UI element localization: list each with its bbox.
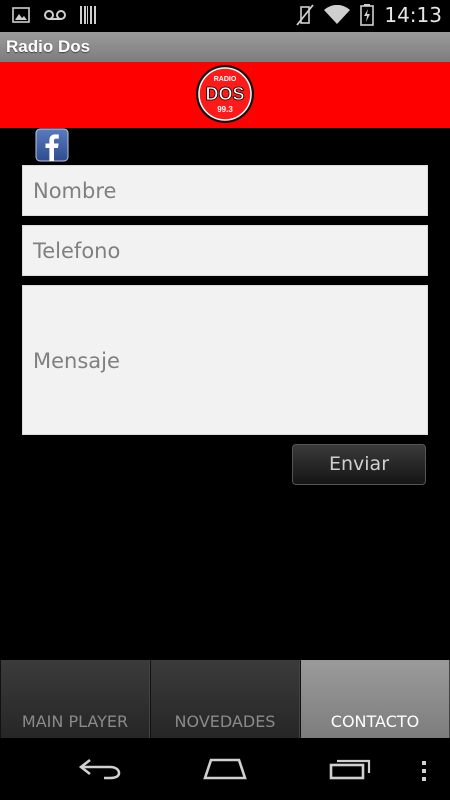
header-banner: RADIO DOS 99.3 — [0, 62, 450, 128]
nombre-placeholder: Nombre — [33, 179, 117, 203]
voicemail-icon — [44, 10, 66, 20]
logo-main-text: DOS — [205, 84, 244, 104]
facebook-icon[interactable] — [35, 128, 69, 162]
overflow-menu-icon[interactable] — [420, 760, 428, 782]
tab-bar: MAIN PLAYER NOVEDADES CONTACTO — [0, 660, 450, 738]
mensaje-placeholder: Mensaje — [33, 349, 120, 373]
enviar-button[interactable]: Enviar — [292, 444, 426, 485]
back-icon[interactable] — [78, 756, 122, 780]
telefono-input[interactable]: Telefono — [22, 225, 428, 276]
tab-contacto[interactable]: CONTACTO — [300, 660, 450, 738]
status-time: 14:13 — [384, 3, 442, 27]
wifi-icon — [324, 5, 351, 24]
battery-charging-icon — [360, 4, 375, 26]
title-bar: Radio Dos — [0, 32, 450, 62]
recent-apps-icon[interactable] — [329, 756, 373, 780]
tab-label: CONTACTO — [330, 712, 420, 731]
nombre-input[interactable]: Nombre — [22, 165, 428, 216]
mensaje-textarea[interactable]: Mensaje — [22, 285, 428, 435]
tab-label: MAIN PLAYER — [21, 712, 129, 731]
tab-main-player[interactable]: MAIN PLAYER — [0, 660, 150, 738]
logo-top-text: RADIO — [214, 76, 237, 83]
navigation-bar — [0, 738, 450, 800]
status-bar: 14:13 — [0, 0, 450, 32]
vibrate-off-icon — [296, 4, 315, 26]
barcode-icon — [80, 6, 96, 24]
home-icon[interactable] — [201, 756, 249, 780]
logo-freq-text: 99.3 — [217, 105, 233, 114]
radio-dos-logo: RADIO DOS 99.3 — [196, 65, 254, 123]
telefono-placeholder: Telefono — [33, 239, 121, 263]
app-title: Radio Dos — [6, 37, 91, 56]
image-icon — [12, 7, 30, 23]
tab-novedades[interactable]: NOVEDADES — [150, 660, 300, 738]
tab-label: NOVEDADES — [174, 712, 276, 731]
